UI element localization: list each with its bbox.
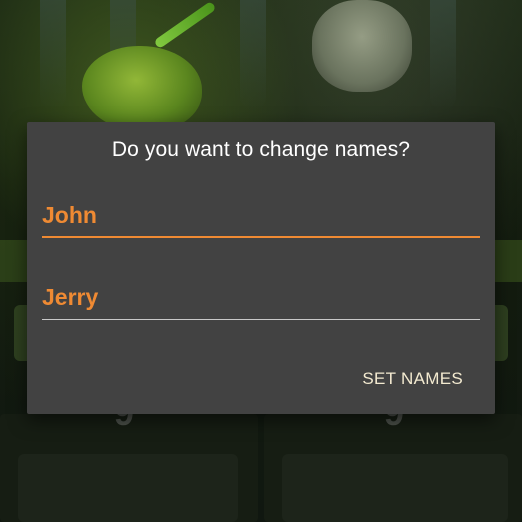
curtain-drape bbox=[40, 0, 66, 110]
second-player-name-input[interactable] bbox=[42, 280, 480, 320]
change-names-dialog: Do you want to change names? SET NAMES bbox=[27, 122, 495, 414]
green-monster-illustration bbox=[82, 46, 202, 132]
dialog-title: Do you want to change names? bbox=[111, 138, 411, 161]
curtain-drape bbox=[240, 0, 266, 110]
monster-sword-illustration bbox=[153, 0, 217, 50]
app-screen: 9 9 Do you want to change names? SET NAM… bbox=[0, 0, 522, 522]
ghost-character-illustration bbox=[312, 0, 412, 92]
set-names-button[interactable]: SET NAMES bbox=[356, 365, 469, 393]
curtain-drape bbox=[430, 0, 456, 110]
background-tile-inner bbox=[18, 454, 238, 522]
background-tile-inner bbox=[282, 454, 508, 522]
first-player-name-input[interactable] bbox=[42, 198, 480, 238]
